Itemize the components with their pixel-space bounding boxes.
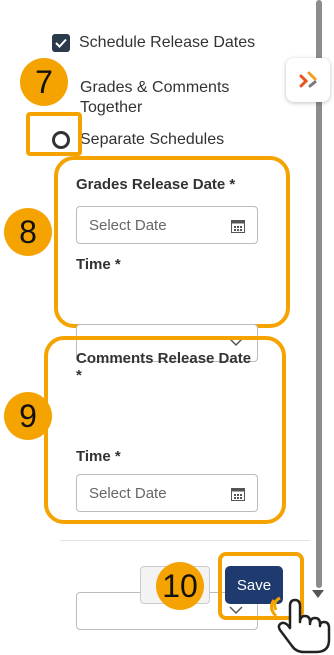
date-placeholder: Select Date bbox=[89, 216, 167, 234]
schedule-release-checkbox[interactable] bbox=[52, 34, 70, 52]
calendar-icon bbox=[231, 488, 245, 501]
checkmark-icon bbox=[55, 38, 67, 48]
grades-release-date-input[interactable]: Select Date bbox=[76, 206, 258, 244]
callout-step-9: 9 bbox=[4, 392, 52, 440]
callout-step-10: 10 bbox=[156, 562, 204, 610]
grades-release-date-label: Grades Release Date * bbox=[76, 176, 236, 193]
hand-pointer-icon bbox=[270, 596, 331, 654]
footer-divider bbox=[60, 540, 310, 541]
callout-step-8: 8 bbox=[4, 208, 52, 256]
callout-step-7: 7 bbox=[20, 58, 68, 106]
date-placeholder: Select Date bbox=[89, 484, 167, 502]
comments-release-date-label: Comments Release Date bbox=[76, 350, 252, 367]
together-label-line2: Together bbox=[80, 99, 143, 116]
together-label-line1: Grades & Comments bbox=[80, 79, 230, 96]
together-option-label[interactable]: Grades & Comments Together bbox=[80, 78, 229, 118]
comments-release-date-input[interactable]: Select Date bbox=[76, 474, 258, 512]
app-logo-icon bbox=[299, 71, 317, 88]
calendar-icon bbox=[231, 220, 245, 233]
schedule-release-label: Schedule Release Dates bbox=[79, 34, 256, 51]
comments-time-label: Time * bbox=[76, 448, 121, 465]
comments-release-date-required: * bbox=[76, 367, 82, 384]
side-panel-button[interactable] bbox=[286, 58, 330, 102]
highlight-radio-box bbox=[26, 112, 82, 156]
grades-time-label: Time * bbox=[76, 256, 121, 273]
separate-schedules-label: Separate Schedules bbox=[80, 131, 225, 148]
